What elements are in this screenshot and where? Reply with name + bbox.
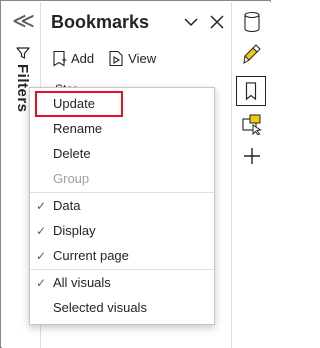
menu-item-rename[interactable]: Rename: [30, 117, 214, 141]
menu-item-current-page[interactable]: ✓ Current page: [30, 244, 214, 268]
menu-item-label: All visuals: [53, 275, 111, 290]
collapse-filters-button[interactable]: ≪: [12, 10, 35, 34]
menu-item-all-visuals[interactable]: ✓ All visuals: [30, 271, 214, 295]
right-rail: [231, 2, 271, 348]
chevron-down-icon[interactable]: [183, 12, 199, 32]
checkmark-icon: ✓: [36, 249, 47, 263]
view-bookmark-button[interactable]: View: [108, 50, 156, 67]
database-icon[interactable]: [241, 10, 263, 34]
filter-icon: [16, 47, 30, 59]
menu-item-label: Group: [53, 171, 90, 186]
menu-item-selected-visuals[interactable]: Selected visuals: [30, 296, 214, 320]
menu-item-label: Current page: [53, 248, 129, 263]
view-label: View: [128, 51, 157, 66]
checkmark-icon: ✓: [36, 276, 47, 290]
format-paintbrush-icon[interactable]: [241, 42, 263, 66]
menu-separator: [30, 192, 214, 193]
add-bookmark-icon: [53, 50, 67, 67]
plus-icon[interactable]: [241, 144, 263, 168]
menu-item-label: Selected visuals: [53, 300, 147, 315]
menu-item-delete[interactable]: Delete: [30, 142, 214, 166]
close-icon[interactable]: [209, 12, 225, 32]
view-bookmark-icon: [109, 50, 123, 67]
checkmark-icon: ✓: [36, 199, 47, 213]
selection-pane-icon[interactable]: [241, 112, 263, 136]
menu-item-label: Display: [53, 223, 96, 238]
app-frame: ≪ Filters Bookmarks Add View Update Rena…: [0, 0, 271, 348]
bookmarks-toolbar: Add View: [51, 50, 156, 67]
bookmark-icon[interactable]: [236, 76, 266, 106]
menu-item-display[interactable]: ✓ Display: [30, 219, 214, 243]
pane-actions: [183, 12, 225, 32]
pane-title: Bookmarks: [51, 12, 150, 32]
add-bookmark-button[interactable]: Add: [51, 50, 94, 67]
menu-item-data[interactable]: ✓ Data: [30, 194, 214, 218]
menu-item-label: Data: [53, 198, 81, 213]
add-label: Add: [71, 51, 95, 66]
menu-item-group: Group: [30, 167, 214, 191]
highlight-annotation: [35, 91, 123, 117]
menu-item-label: Rename: [53, 121, 103, 136]
menu-item-label: Delete: [53, 146, 91, 161]
bookmark-context-menu: Update Rename Delete Group ✓ Data ✓ Disp…: [29, 87, 215, 325]
checkmark-icon: ✓: [36, 224, 47, 238]
menu-separator: [30, 269, 214, 270]
